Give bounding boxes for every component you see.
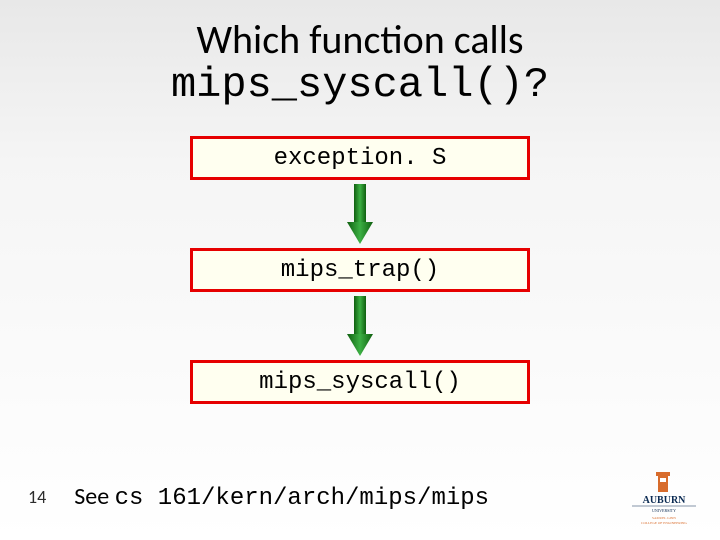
footer: 14 See cs 161/kern/arch/mips/mips (0, 482, 720, 512)
flow-box-label: exception. S (274, 145, 447, 172)
flow-box-label: mips_trap() (281, 257, 439, 284)
see-path: cs 161/kern/arch/mips/mips (115, 485, 489, 512)
flow-box-syscall: mips_syscall() (190, 360, 530, 404)
title-line1: Which function calls (0, 18, 720, 62)
logo-name: AUBURN (643, 495, 687, 506)
logo-sub1: UNIVERSITY (652, 508, 676, 513)
flow-diagram: exception. S mips_trap() (0, 136, 720, 404)
flow-box-exception: exception. S (190, 136, 530, 180)
slide-number: 14 (28, 486, 46, 508)
flow-box-label: mips_syscall() (259, 369, 461, 396)
logo-sub2: SAMUEL GINN (652, 516, 676, 520)
flow-box-trap: mips_trap() (190, 248, 530, 292)
title-line2: mips_syscall()? (0, 62, 720, 108)
slide-title: Which function calls mips_syscall()? (0, 0, 720, 108)
logo-sub3: COLLEGE OF ENGINEERING (641, 521, 687, 525)
arrow-down-icon (345, 296, 375, 356)
see-text: See cs 161/kern/arch/mips/mips (74, 482, 700, 512)
arrow-down-icon (345, 184, 375, 244)
see-prefix: See (74, 482, 114, 511)
auburn-logo: AUBURN UNIVERSITY SAMUEL GINN COLLEGE OF… (624, 472, 704, 526)
